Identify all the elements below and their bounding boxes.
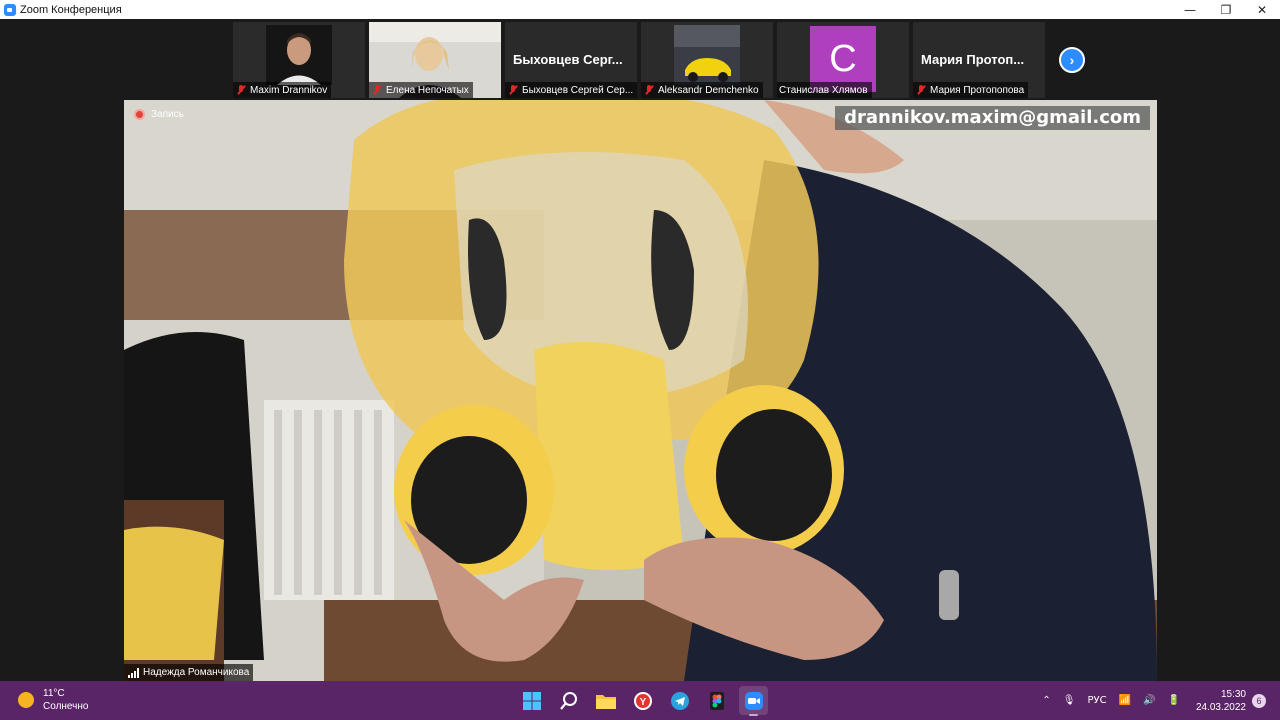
connection-signal-icon xyxy=(128,667,139,678)
figma-icon[interactable] xyxy=(702,686,731,715)
telegram-icon[interactable] xyxy=(665,686,694,715)
notification-badge[interactable]: 6 xyxy=(1252,693,1266,708)
participant-display-name: Мария Протоп... xyxy=(921,52,1025,67)
gallery-next-button[interactable]: › xyxy=(1059,47,1085,73)
participant-name-tag: Мария Протопопова xyxy=(913,82,1029,98)
mic-muted-icon xyxy=(507,84,519,96)
maximize-button[interactable]: ❐ xyxy=(1208,0,1244,19)
microphone-icon[interactable]: 🎙 xyxy=(1063,695,1076,706)
windows-start-icon[interactable] xyxy=(517,686,546,715)
chevron-right-icon: › xyxy=(1069,52,1075,68)
clock-time: 15:30 xyxy=(1220,688,1246,700)
participant-name-tag: Maxim Drannikov xyxy=(233,82,332,98)
weather-condition: Солнечно xyxy=(43,701,89,712)
minimize-button[interactable]: — xyxy=(1172,0,1208,19)
participant-name: Maxim Drannikov xyxy=(250,84,328,96)
participant-tile[interactable]: C Станислав Хлямов xyxy=(777,22,909,98)
participant-tile[interactable]: Maxim Drannikov xyxy=(233,22,365,98)
taskbar-app-icons: Y xyxy=(517,686,768,716)
recording-label: Запись xyxy=(151,109,184,120)
sun-icon xyxy=(18,692,34,708)
participant-display-name: Быховцев Серг... xyxy=(513,52,623,67)
participant-name: Елена Непочатых xyxy=(386,84,469,96)
close-button[interactable]: ✕ xyxy=(1244,0,1280,19)
participant-tile[interactable]: Елена Непочатых xyxy=(369,22,501,98)
clock[interactable]: 15:30 24.03.2022 xyxy=(1196,688,1246,714)
title-bar: Zoom Конференция — ❐ ✕ xyxy=(0,0,1280,19)
window-title: Zoom Конференция xyxy=(20,3,122,16)
speaker-name: Надежда Романчикова xyxy=(143,667,250,678)
mic-muted-icon xyxy=(915,84,927,96)
weather-widget[interactable]: 11°C Солнечно xyxy=(18,687,88,713)
input-language[interactable]: РУС xyxy=(1087,695,1106,706)
recording-indicator: Запись xyxy=(134,109,184,120)
battery-icon[interactable]: 🔋 xyxy=(1167,695,1179,706)
window-controls: — ❐ ✕ xyxy=(1172,0,1280,19)
participant-name: Быховцев Сергей Сер... xyxy=(522,84,634,96)
participant-tile[interactable]: Мария Протоп... Мария Протопопова xyxy=(913,22,1045,98)
mic-muted-icon xyxy=(371,84,383,96)
participant-name: Станислав Хлямов xyxy=(779,84,868,96)
mic-muted-icon xyxy=(235,84,247,96)
participant-name: Мария Протопопова xyxy=(930,84,1025,96)
chevron-up-icon[interactable]: ⌃ xyxy=(1042,695,1050,706)
participant-tile[interactable]: Aleksandr Demchenko xyxy=(641,22,773,98)
participant-name-tag: Быховцев Сергей Сер... xyxy=(505,82,637,98)
file-explorer-icon[interactable] xyxy=(591,686,620,715)
clock-date: 24.03.2022 xyxy=(1195,701,1246,713)
active-speaker-name-tag: Надежда Романчикова xyxy=(124,664,254,681)
wifi-icon[interactable]: 📶 xyxy=(1119,695,1131,706)
zoom-app-icon xyxy=(4,3,16,16)
participant-tile[interactable]: Быховцев Серг... Быховцев Сергей Сер... xyxy=(505,22,637,98)
participant-name-tag: Aleksandr Demchenko xyxy=(641,82,763,98)
speaker-video-frame xyxy=(124,100,1157,681)
participant-name-tag: Станислав Хлямов xyxy=(777,82,872,98)
volume-icon[interactable]: 🔊 xyxy=(1143,695,1155,706)
zoom-icon[interactable] xyxy=(739,686,768,716)
weather-temperature: 11°C xyxy=(43,688,65,699)
recording-dot-icon xyxy=(134,109,145,120)
main-speaker-video[interactable]: Запись drannikov.maxim@gmail.com Надежда… xyxy=(124,100,1157,681)
search-icon[interactable] xyxy=(554,686,583,715)
participant-gallery-strip: Maxim Drannikov Елена Непочатых Быховцев… xyxy=(0,19,1280,100)
windows-taskbar: 11°C Солнечно Y ⌃ 🎙 РУС 📶 🔊 🔋 15:30 24.0… xyxy=(0,681,1280,720)
participant-name: Aleksandr Demchenko xyxy=(658,84,759,96)
system-tray: ⌃ 🎙 РУС 📶 🔊 🔋 15:30 24.03.2022 6 xyxy=(1036,681,1280,720)
svg-text:Y: Y xyxy=(639,697,646,708)
participant-name-tag: Елена Непочатых xyxy=(369,82,473,98)
yandex-browser-icon[interactable]: Y xyxy=(628,686,657,715)
mic-muted-icon xyxy=(643,84,655,96)
watermark-email-banner: drannikov.maxim@gmail.com xyxy=(835,106,1150,130)
